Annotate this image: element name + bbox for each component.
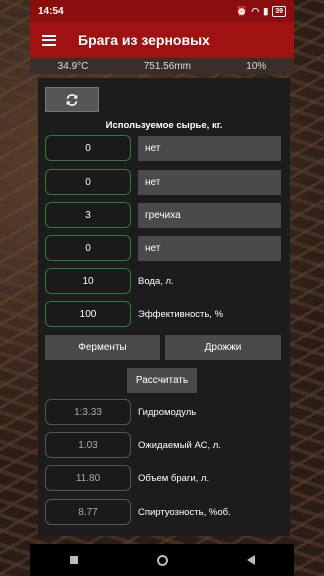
humidity-readout: 10%: [246, 60, 267, 72]
system-nav-bar: [30, 544, 294, 576]
raw-type-select-1[interactable]: нет: [138, 136, 281, 161]
alcohol-strength-value: 8.77: [45, 499, 131, 525]
pressure-readout: 751.56mm: [143, 60, 191, 72]
mash-volume-label: Объем браги, л.: [138, 472, 210, 484]
alcohol-strength-label: Спиртуозность, %об.: [138, 506, 231, 518]
refresh-button[interactable]: [45, 87, 99, 112]
temperature-readout: 34.9°C: [57, 60, 89, 72]
expected-alcohol-label: Ожидаемый АС, л.: [138, 439, 221, 451]
status-icons: ⏰ ◠ ▮ 39: [236, 5, 286, 17]
signal-icon: ▮: [263, 5, 269, 16]
back-icon[interactable]: [246, 555, 255, 565]
home-icon[interactable]: [156, 554, 168, 566]
calculator-panel: Используемое сырье, кг. 0 нет 0 нет 3 гр…: [38, 78, 290, 536]
hydromodule-value: 1:3.33: [45, 399, 131, 425]
raw-material-title: Используемое сырье, кг.: [105, 120, 223, 131]
status-time: 14:54: [38, 5, 64, 17]
status-bar: 14:54 ⏰ ◠ ▮ 39: [30, 0, 294, 22]
enzymes-button[interactable]: Ферменты: [45, 335, 160, 360]
raw-type-select-2[interactable]: нет: [138, 170, 281, 195]
app-bar: Брага из зерновых: [30, 22, 294, 58]
raw-amount-input-2[interactable]: 0: [45, 169, 131, 195]
raw-amount-input-1[interactable]: 0: [45, 135, 131, 161]
expected-alcohol-value: 1.03: [45, 432, 131, 458]
mash-volume-value: 11.80: [45, 465, 131, 491]
efficiency-label: Эффективность, %: [138, 308, 224, 320]
raw-type-select-3[interactable]: гречиха: [138, 203, 281, 228]
page-title: Брага из зерновых: [78, 32, 210, 48]
sensor-bar: 34.9°C 751.56mm 10%: [30, 58, 294, 74]
water-label: Вода, л.: [138, 275, 174, 287]
refresh-icon: [66, 93, 78, 106]
wifi-icon: ◠: [251, 5, 260, 16]
raw-amount-input-4[interactable]: 0: [45, 235, 131, 261]
recents-icon[interactable]: [69, 556, 78, 564]
alarm-icon: ⏰: [236, 5, 248, 16]
water-input[interactable]: 10: [45, 268, 131, 294]
hydromodule-label: Гидромодуль: [138, 406, 197, 418]
raw-type-select-4[interactable]: нет: [138, 236, 281, 261]
yeast-button[interactable]: Дрожжи: [165, 335, 281, 360]
calculate-button[interactable]: Рассчитать: [127, 368, 197, 393]
hamburger-menu-icon[interactable]: [42, 34, 56, 46]
raw-amount-input-3[interactable]: 3: [45, 202, 131, 228]
efficiency-input[interactable]: 100: [45, 301, 131, 327]
battery-icon: 39: [272, 5, 286, 17]
